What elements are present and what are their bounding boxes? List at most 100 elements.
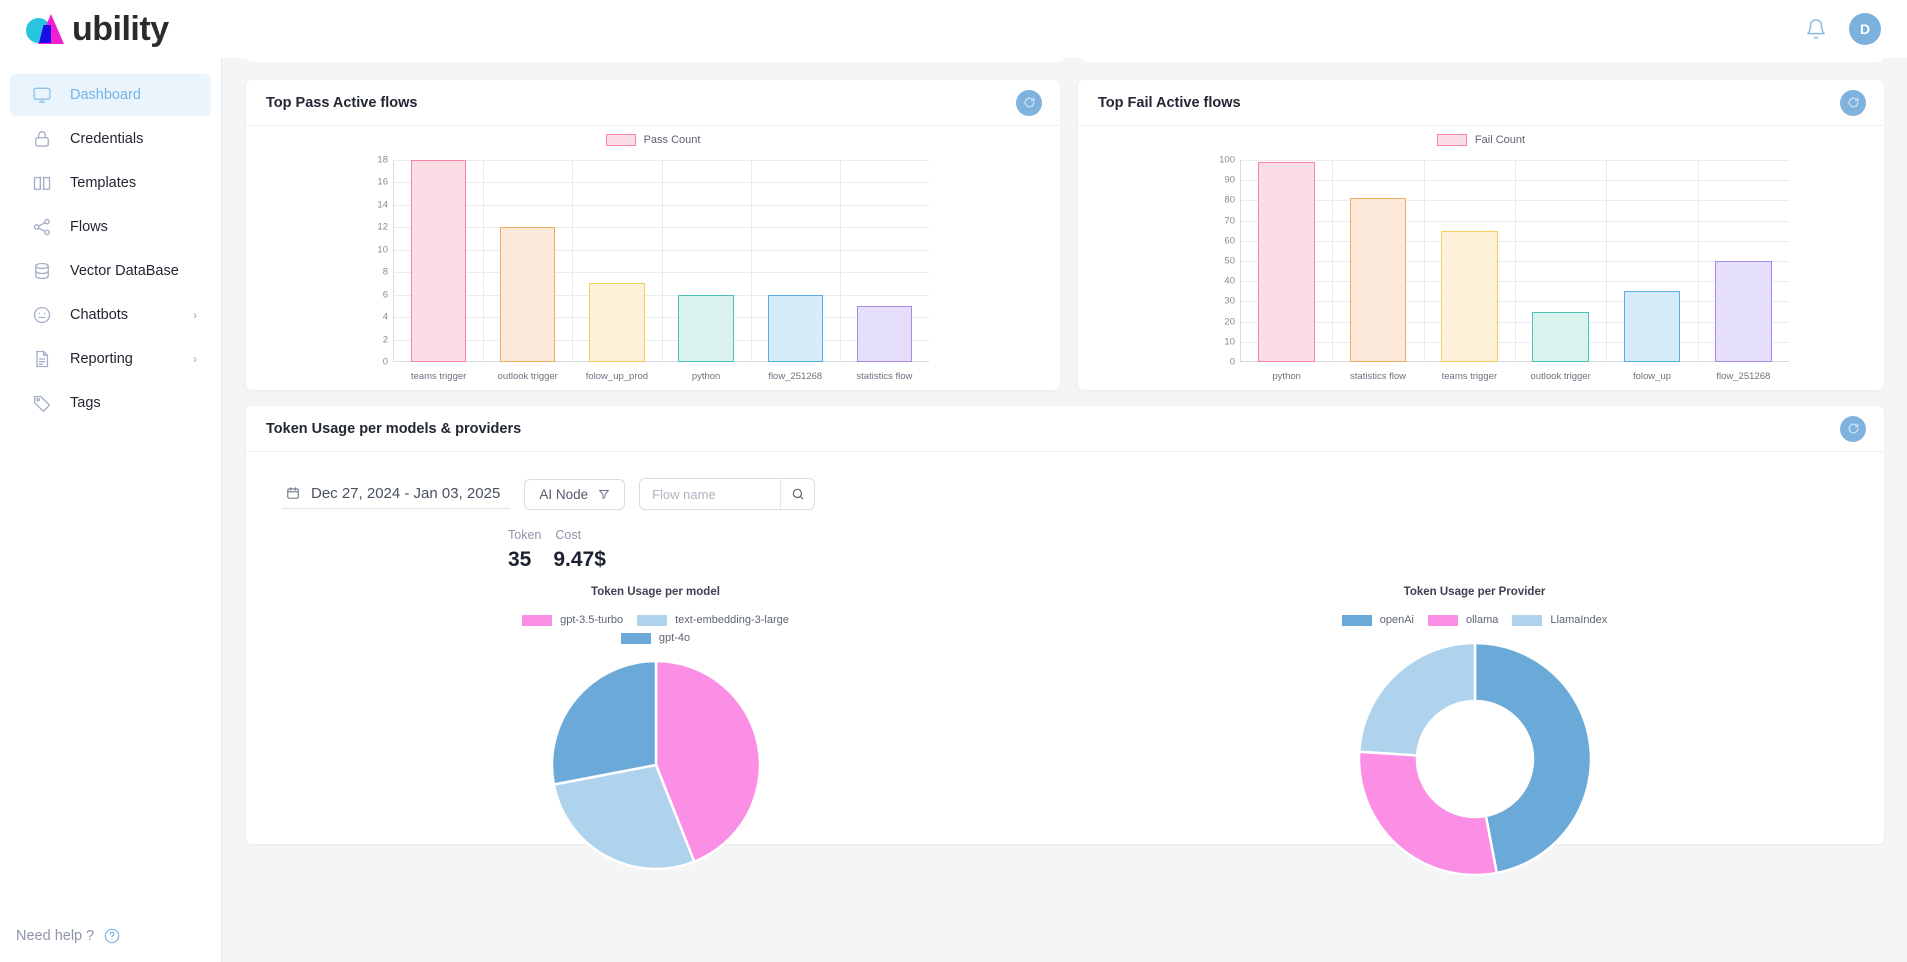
sidebar-item-label: Dashboard <box>70 87 141 103</box>
avatar[interactable]: D <box>1849 13 1881 45</box>
date-range-picker[interactable]: Dec 27, 2024 - Jan 03, 2025 <box>282 480 511 509</box>
bar[interactable] <box>1623 291 1681 362</box>
bar-chart-pass: Pass Count 0 2 4 6 8 10 12 14 16 18 teams trigger ou… <box>246 126 1060 390</box>
y-axis-tick: 6 <box>382 289 388 301</box>
bell-icon[interactable] <box>1805 18 1827 40</box>
x-axis-tick: folow_up_prod <box>585 371 649 382</box>
ai-node-filter[interactable]: AI Node <box>524 478 626 510</box>
need-help[interactable]: Need help ? <box>16 928 120 944</box>
tag-icon <box>32 393 52 413</box>
y-axis-tick: 40 <box>1224 275 1235 287</box>
refresh-button-pass[interactable] <box>1016 89 1042 116</box>
brand-logo[interactable]: ubility <box>0 10 169 49</box>
page-title: Token Usage per models & providers <box>266 420 522 437</box>
pie-charts-row: Token Usage per model gpt-3.5-turbo text-e… <box>246 586 1884 878</box>
gridline <box>1515 160 1516 362</box>
legend-item[interactable]: text-embedding-3-large <box>637 614 789 626</box>
legend-swatch <box>637 614 668 626</box>
legend-item[interactable]: LlamaIndex <box>1512 614 1607 626</box>
database-icon <box>32 261 52 281</box>
legend-label: LlamaIndex <box>1550 614 1608 626</box>
bar[interactable] <box>1258 162 1315 362</box>
legend-item[interactable]: gpt-3.5-turbo <box>522 614 623 626</box>
bar[interactable] <box>678 294 734 362</box>
y-axis-tick: 90 <box>1224 174 1235 186</box>
y-axis-tick: 30 <box>1224 295 1235 307</box>
bar[interactable] <box>767 294 823 362</box>
legend-label: Pass Count <box>643 134 701 146</box>
chevron-right-icon[interactable]: › <box>193 308 197 322</box>
x-axis <box>394 361 929 362</box>
pie-canvas: openAi: 47ollama: 29LlamaIndex: 24 <box>1195 640 1755 878</box>
legend-label: openAi <box>1379 614 1414 626</box>
top-pass-active-flows-card: Top Pass Active flows Pass Count 0 2 4 6 8 10 1… <box>246 80 1060 390</box>
pie-slice[interactable]: gpt-4o: 28 <box>550 659 657 786</box>
bar[interactable] <box>1349 198 1407 362</box>
sidebar-item-credentials[interactable]: Credentials <box>10 118 211 160</box>
chart-title: Token Usage per Provider <box>1403 586 1546 598</box>
legend-label: gpt-3.5-turbo <box>560 614 624 626</box>
refresh-button-fail[interactable] <box>1840 89 1866 116</box>
x-axis-tick: flow_251268 <box>1716 371 1771 382</box>
y-axis-tick: 10 <box>377 244 388 256</box>
bar-chart-fail: Fail Count 0 10 20 30 40 50 60 70 80 90 100 python st… <box>1078 126 1884 390</box>
y-axis-tick: 4 <box>382 311 388 323</box>
search-input[interactable] <box>640 479 781 509</box>
legend-label: text-embedding-3-large <box>675 614 789 626</box>
sidebar-item-reporting[interactable]: Reporting › <box>10 338 211 380</box>
bar[interactable] <box>500 227 556 362</box>
chart-legend: openAi ollama LlamaIndex <box>1310 614 1640 626</box>
sidebar-item-flows[interactable]: Flows <box>10 206 211 248</box>
pie-slice[interactable]: LlamaIndex: 24 <box>1357 641 1476 757</box>
legend-swatch <box>620 632 651 644</box>
bar[interactable] <box>1715 261 1772 362</box>
x-axis-tick: outlook trigger <box>497 371 558 382</box>
calendar-icon <box>286 486 300 500</box>
pie-slice[interactable]: openAi: 47 <box>1473 641 1592 875</box>
sidebar-item-chatbots[interactable]: Chatbots › <box>10 294 211 336</box>
x-axis-tick: flow_251268 <box>768 371 823 382</box>
sidebar-item-vector-database[interactable]: Vector DataBase <box>10 250 211 292</box>
kpi-values: 35 9.47$ <box>246 542 1884 572</box>
search-button[interactable] <box>780 479 815 509</box>
legend-swatch <box>605 134 636 146</box>
sidebar-item-label: Chatbots <box>70 307 129 323</box>
x-axis-tick: folow_up <box>1632 371 1672 382</box>
y-axis <box>393 160 394 362</box>
book-icon <box>32 173 52 193</box>
question-circle-icon[interactable] <box>104 928 120 944</box>
legend-swatch <box>1512 614 1543 626</box>
sidebar-item-tags[interactable]: Tags <box>10 382 211 424</box>
legend-item[interactable]: gpt-4o <box>620 632 690 644</box>
chart-legend: Pass Count <box>246 134 1060 146</box>
x-axis <box>1241 361 1789 362</box>
bar[interactable] <box>410 160 467 362</box>
refresh-button-token[interactable] <box>1840 415 1866 442</box>
sidebar-item-templates[interactable]: Templates <box>10 162 211 204</box>
bar[interactable] <box>856 305 913 362</box>
gridline <box>1332 160 1334 362</box>
legend-item[interactable]: openAi <box>1341 614 1414 626</box>
chart-title: Token Usage per model <box>591 586 720 598</box>
y-axis-tick: 14 <box>377 199 388 211</box>
gridline <box>839 160 841 362</box>
token-usage-per-provider-chart: Token Usage per Provider openAi ollama Llam… <box>1195 586 1755 878</box>
sidebar-item-dashboard[interactable]: Dashboard <box>10 74 211 116</box>
card-header: Top Fail Active flows <box>1078 80 1884 126</box>
x-axis-tick: python <box>1272 371 1301 382</box>
legend-label: Fail Count <box>1474 134 1526 146</box>
y-axis-tick: 18 <box>377 154 388 166</box>
pie-slice[interactable]: ollama: 29 <box>1357 750 1498 877</box>
y-axis-tick: 16 <box>377 176 388 188</box>
legend-item[interactable]: ollama <box>1427 614 1498 626</box>
sidebar-item-label: Reporting <box>70 351 133 367</box>
bar[interactable] <box>1532 311 1589 362</box>
token-usage-per-model-chart: Token Usage per model gpt-3.5-turbo text-e… <box>376 586 936 878</box>
lock-icon <box>32 129 52 149</box>
bar[interactable] <box>1441 230 1498 362</box>
bar[interactable] <box>589 283 645 362</box>
page-title: Top Pass Active flows <box>266 94 418 111</box>
gridline <box>750 160 752 362</box>
card-header: Token Usage per models & providers <box>246 406 1884 452</box>
chevron-right-icon[interactable]: › <box>193 352 197 366</box>
